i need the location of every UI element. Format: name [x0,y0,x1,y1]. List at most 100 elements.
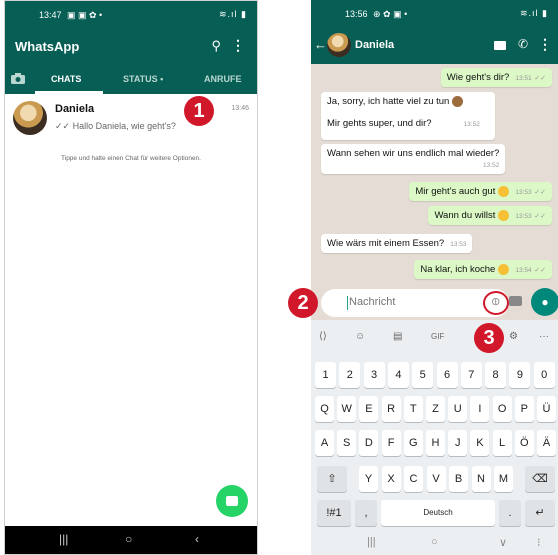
key-0[interactable]: 0 [533,362,555,388]
more-icon[interactable]: ··· [539,331,549,342]
contact-name[interactable]: Daniela [355,39,394,51]
message-bubble-incoming[interactable]: Ja, sorry, ich hatte viel zu tun Mir geh… [321,92,495,140]
message-text: Mir geht's auch gut [415,186,496,198]
message-bubble-outgoing[interactable]: Na klar, ich koche 13:54 ✓✓ [414,260,552,280]
key-b[interactable]: B [449,466,468,492]
tab-calls[interactable]: ANRUFE [204,74,242,84]
sticker-icon[interactable]: ▤ [393,331,402,342]
step-badge-3: 3 [474,323,504,353]
key-v[interactable]: V [426,466,446,492]
key-i[interactable]: I [470,396,490,422]
laughing-emoji-icon [498,210,510,221]
key-2[interactable]: 2 [339,362,361,388]
key-m[interactable]: M [494,466,513,492]
key-7[interactable]: 7 [460,362,482,388]
key-p[interactable]: P [514,396,534,422]
key-ä[interactable]: Ä [537,430,556,456]
period-key[interactable]: . [499,500,521,526]
key-9[interactable]: 9 [509,362,531,388]
key-8[interactable]: 8 [485,362,507,388]
key-l[interactable]: L [492,430,512,456]
message-bubble-outgoing[interactable]: Wie geht's dir? 13:51 ✓✓ [440,68,552,87]
key-3[interactable]: 3 [363,362,385,388]
contact-avatar[interactable] [327,33,351,57]
key-5[interactable]: 5 [412,362,434,388]
attachment-button[interactable]: ⊘ [483,291,509,315]
chat-preview: ✓✓ Hallo Daniela, wie geht's? [55,121,176,131]
key-f[interactable]: F [381,430,401,456]
message-bubble-outgoing[interactable]: Wann du willst 13:53 ✓✓ [428,206,552,226]
recent-apps-icon[interactable]: ||| [59,532,68,546]
key-u[interactable]: U [448,396,468,422]
message-time: 13:51 [515,75,532,82]
tab-status[interactable]: STATUS • [123,74,163,84]
status-time: 13:56 [345,9,368,19]
message-time: 13:53 [515,213,532,221]
status-bar: 13:56 ⊕ ✿ ▣ • ≋.ıl ▮ [311,0,558,28]
comma-key[interactable]: , [355,500,377,526]
cursor-control-icon[interactable]: ⟨⟩ [319,331,327,342]
enter-key[interactable]: ↵ [525,500,555,526]
key-s[interactable]: S [337,430,357,456]
key-6[interactable]: 6 [436,362,458,388]
message-input-bar[interactable]: ⊘ [321,289,509,317]
key-c[interactable]: C [404,466,423,492]
emoji-icon[interactable]: ☺ [355,331,365,342]
key-o[interactable]: O [492,396,512,422]
key-1[interactable]: 1 [315,362,336,388]
key-4[interactable]: 4 [387,362,409,388]
key-x[interactable]: X [381,466,401,492]
space-key[interactable]: Deutsch [381,500,495,526]
keyboard: ⟨⟩ ☺ ▤ GIF ⚙ ··· 1234567890 QWERTZUIOPÜ … [311,320,558,531]
step-badge-1: 1 [184,96,214,126]
message-input[interactable] [349,296,469,308]
hide-keyboard-icon[interactable]: ∨ [499,536,507,549]
tab-chats[interactable]: CHATS [51,74,81,84]
message-bubble-incoming[interactable]: Wann sehen wir uns endlich mal wieder? 1… [321,144,506,174]
phone-call-icon[interactable]: ✆ [518,37,528,51]
key-ü[interactable]: Ü [537,396,556,422]
message-text: Wie geht's dir? [446,72,510,83]
hint-text: Tippe und halte einen Chat für weitere O… [61,155,201,162]
key-w[interactable]: W [337,396,357,422]
message-bubble-incoming[interactable]: Wie wärs mit einem Essen? 13:53 [321,234,473,253]
back-arrow-icon[interactable]: ← [314,37,327,52]
key-t[interactable]: T [403,396,423,422]
keyboard-switch-icon[interactable]: ⁝ [537,536,541,549]
key-g[interactable]: G [403,430,423,456]
message-bubble-outgoing[interactable]: Mir geht's auch gut 13:53 ✓✓ [409,182,552,202]
key-e[interactable]: E [359,396,379,422]
home-icon[interactable]: ○ [431,536,438,548]
message-time: 13:53 [450,241,467,248]
message-text: Wie wärs mit einem Essen? [327,238,445,249]
video-call-icon[interactable] [494,41,506,50]
key-a[interactable]: A [315,430,334,456]
back-icon[interactable]: ‹ [195,532,199,546]
notification-icons: ▣ ▣ ✿ • [67,10,103,20]
key-d[interactable]: D [359,430,379,456]
recent-apps-icon[interactable]: ||| [367,536,376,548]
key-n[interactable]: N [471,466,491,492]
key-h[interactable]: H [426,430,445,456]
key-j[interactable]: J [448,430,468,456]
key-r[interactable]: R [381,396,401,422]
backspace-key[interactable]: ⌫ [525,466,555,492]
symbols-key[interactable]: !#1 [317,500,351,526]
chat-list-item[interactable]: Daniela ✓✓ Hallo Daniela, wie geht's? 13… [5,97,257,139]
home-icon[interactable]: ○ [125,532,132,546]
microphone-button[interactable]: ● [531,288,558,316]
key-z[interactable]: Z [426,396,445,422]
search-icon[interactable]: ⚲ [211,38,221,54]
key-y[interactable]: Y [359,466,378,492]
settings-icon[interactable]: ⚙ [509,331,518,342]
more-options-icon[interactable]: ⋮ [538,36,552,53]
camera-icon[interactable] [509,296,522,306]
new-chat-button[interactable] [216,485,248,517]
key-k[interactable]: K [470,430,490,456]
camera-tab-icon[interactable] [11,73,25,84]
key-q[interactable]: Q [315,396,334,422]
shift-key[interactable]: ⇧ [317,466,347,492]
key-ö[interactable]: Ö [514,430,534,456]
more-options-icon[interactable]: ⋮ [231,37,245,54]
gif-icon[interactable]: GIF [431,332,444,341]
